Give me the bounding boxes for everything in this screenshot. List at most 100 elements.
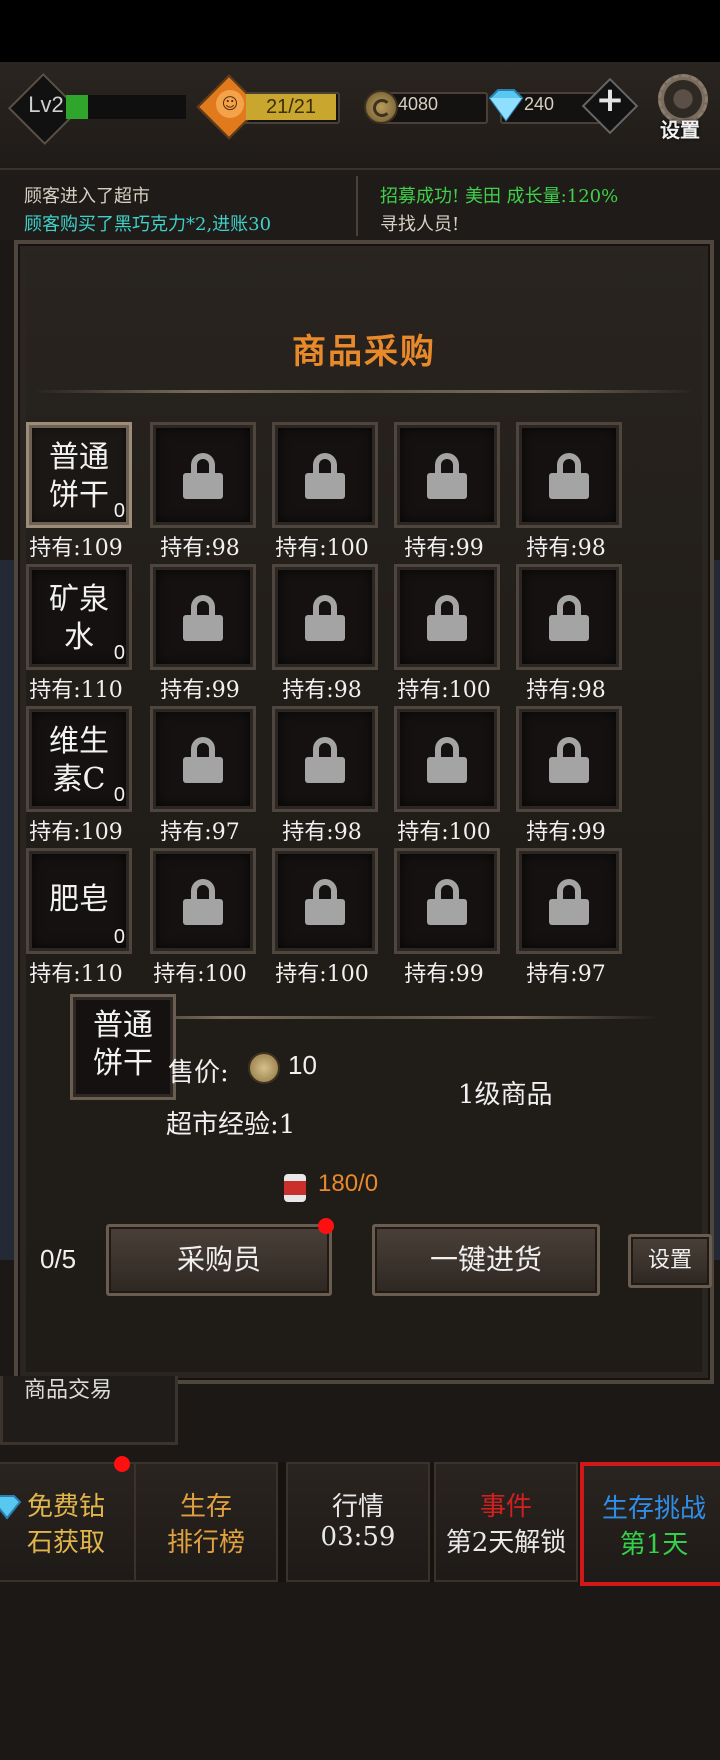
buyer-button[interactable]: 采购员 <box>106 1224 332 1296</box>
held-quantity: 持有:100 <box>397 820 491 845</box>
bottom-nav: 免费钻 石获取 生存 排行榜 行情 03:59 事件 第2天解锁 生存挑战 第1天 <box>0 1456 720 1586</box>
notification-dot <box>318 1218 334 1234</box>
product-count: 0 <box>113 926 125 948</box>
locked-product-slot[interactable] <box>516 706 622 812</box>
locked-product-slot[interactable] <box>150 848 256 954</box>
nav-label-line-2: 第2天解锁 <box>445 1528 567 1558</box>
nav-label-line-1: 事件 <box>479 1492 532 1522</box>
log-divider <box>356 176 358 236</box>
xp-bar-fill <box>66 95 88 119</box>
product-count: 0 <box>113 642 125 664</box>
lock-icon <box>549 879 589 925</box>
lock-icon <box>549 595 589 641</box>
gold-value: 4080 <box>398 94 439 114</box>
buyer-count: 0/5 <box>40 1244 77 1274</box>
lock-icon <box>427 737 467 783</box>
xp-bar <box>66 95 186 119</box>
coin-icon <box>364 90 398 124</box>
locked-product-slot[interactable] <box>394 422 500 528</box>
diamond-icon <box>0 1495 22 1520</box>
nav-label-line-2: 石获取 <box>26 1528 105 1558</box>
lock-icon <box>305 737 345 783</box>
price-label: 售价: <box>168 1058 229 1088</box>
settings-label[interactable]: 设置 <box>650 114 710 143</box>
locked-product-slot[interactable] <box>272 706 378 812</box>
lock-icon <box>549 453 589 499</box>
locked-product-slot[interactable] <box>272 848 378 954</box>
locked-product-slot[interactable] <box>394 564 500 670</box>
top-bar-background <box>0 0 720 62</box>
smiley-icon: ☺ <box>216 90 244 118</box>
nav-label-line-2: 排行榜 <box>166 1528 245 1558</box>
held-quantity: 持有:99 <box>404 536 484 561</box>
held-quantity: 持有:109 <box>29 536 123 561</box>
locked-product-slot[interactable] <box>394 848 500 954</box>
purchase-settings-button[interactable]: 设置 <box>628 1234 712 1288</box>
held-quantity: 持有:100 <box>153 962 247 987</box>
log-left-line-2: 顾客购买了黑巧克力*2,进账30 <box>24 214 272 235</box>
locked-product-slot[interactable] <box>272 564 378 670</box>
nav-label-line-1: 行情 <box>331 1492 384 1522</box>
lock-icon <box>305 879 345 925</box>
lock-icon <box>305 595 345 641</box>
market-button[interactable]: 行情 03:59 <box>286 1462 430 1582</box>
product-count: 0 <box>113 500 125 522</box>
locked-product-slot[interactable] <box>272 422 378 528</box>
product-grade: 1级商品 <box>458 1080 553 1110</box>
price-value: 10 <box>288 1050 317 1080</box>
coin-icon <box>248 1052 280 1084</box>
modal-title: 商品采购 <box>292 332 436 372</box>
stock-value: 180/0 <box>318 1170 379 1197</box>
product-count: 0 <box>113 784 125 806</box>
challenge-button[interactable]: 生存挑战 第1天 <box>580 1462 720 1586</box>
lock-icon <box>183 879 223 925</box>
lock-icon <box>427 879 467 925</box>
stamina-value: 21/21 <box>246 94 336 120</box>
gem-value: 240 <box>524 94 555 114</box>
lock-icon <box>427 595 467 641</box>
purchase-modal: 商品采购 普通 饼干 0 持有:109 持有:98 持有:100 持有:99 持有:98 矿泉… <box>14 240 714 1384</box>
held-quantity: 持有:109 <box>29 820 123 845</box>
held-quantity: 持有:98 <box>160 536 240 561</box>
canned-goods-icon <box>284 1174 306 1202</box>
product-name: 肥皂 <box>49 882 109 917</box>
locked-product-slot[interactable] <box>516 422 622 528</box>
held-quantity: 持有:98 <box>282 678 362 703</box>
product-slot[interactable]: 肥皂 0 <box>26 848 132 954</box>
locked-product-slot[interactable] <box>150 422 256 528</box>
title-divider <box>32 390 696 393</box>
status-bar: Lv2 ☺ 21/21 4080 240 + 设置 <box>0 62 720 171</box>
event-button[interactable]: 事件第2天解锁 <box>434 1462 578 1582</box>
log-right-line-2: 寻找人员! <box>380 214 460 235</box>
lock-icon <box>427 453 467 499</box>
held-quantity: 持有:98 <box>526 678 606 703</box>
nav-label-line-2: 第1天 <box>619 1530 689 1560</box>
held-quantity: 持有:99 <box>160 678 240 703</box>
locked-product-slot[interactable] <box>394 706 500 812</box>
product-slot[interactable]: 普通 饼干 0 <box>26 422 132 528</box>
held-quantity: 持有:100 <box>275 536 369 561</box>
selected-product-slot: 普通 饼干 <box>70 994 176 1100</box>
restock-button[interactable]: 一键进货 <box>372 1224 600 1296</box>
product-slot[interactable]: 矿泉 水0 <box>26 564 132 670</box>
lock-icon <box>305 453 345 499</box>
ranking-button[interactable]: 生存 排行榜 <box>134 1462 278 1582</box>
locked-product-slot[interactable] <box>516 848 622 954</box>
locked-product-slot[interactable] <box>150 564 256 670</box>
log-left-line-1: 顾客进入了超市 <box>24 186 150 207</box>
locked-product-slot[interactable] <box>150 706 256 812</box>
market-exp: 超市经验:1 <box>166 1110 296 1140</box>
plus-icon: + <box>595 80 625 120</box>
held-quantity: 持有:110 <box>29 962 123 987</box>
locked-product-slot[interactable] <box>516 564 622 670</box>
held-quantity: 持有:98 <box>526 536 606 561</box>
nav-label-line-2: 03:59 <box>320 1522 396 1552</box>
lock-icon <box>183 453 223 499</box>
diamond-icon <box>488 89 524 122</box>
free-gems-button[interactable]: 免费钻 石获取 <box>0 1456 138 1582</box>
product-slot[interactable]: 维生 素C 0 <box>26 706 132 812</box>
background-panel-left <box>0 560 14 1260</box>
event-log: 顾客进入了超市 顾客购买了黑巧克力*2,进账30 招募成功! 美田 成长量:12… <box>0 170 720 240</box>
notification-dot <box>114 1456 130 1472</box>
trade-label: 商品交易 <box>24 1378 113 1403</box>
